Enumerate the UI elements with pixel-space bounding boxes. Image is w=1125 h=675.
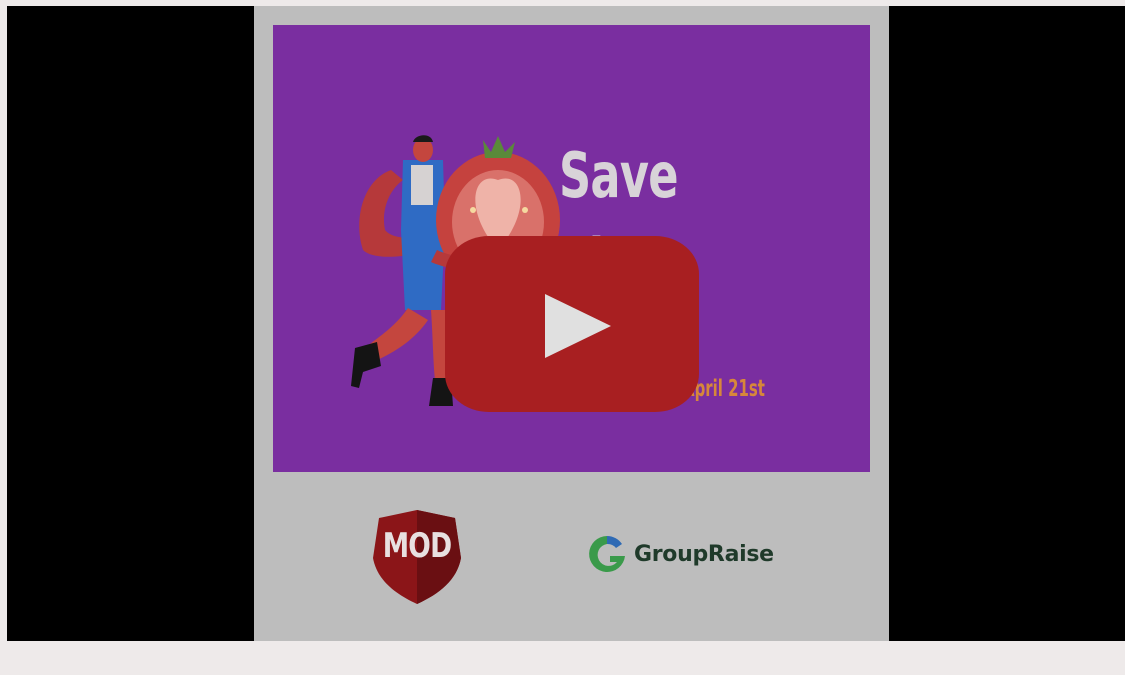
mod-logo-text: MOD (382, 526, 452, 566)
mod-pizza-logo: MOD (369, 510, 465, 609)
youtube-play-icon (545, 294, 611, 358)
play-button[interactable] (445, 236, 699, 412)
groupraise-logo-text: GroupRaise (634, 541, 774, 567)
video-embed[interactable]: Save The April 21st MOD GroupRaise (7, 6, 1125, 641)
groupraise-g-icon (589, 535, 625, 572)
groupraise-logo: GroupRaise (586, 532, 774, 576)
sponsor-logos: MOD GroupRaise (254, 472, 889, 641)
headline-line-1: Save (559, 139, 678, 212)
